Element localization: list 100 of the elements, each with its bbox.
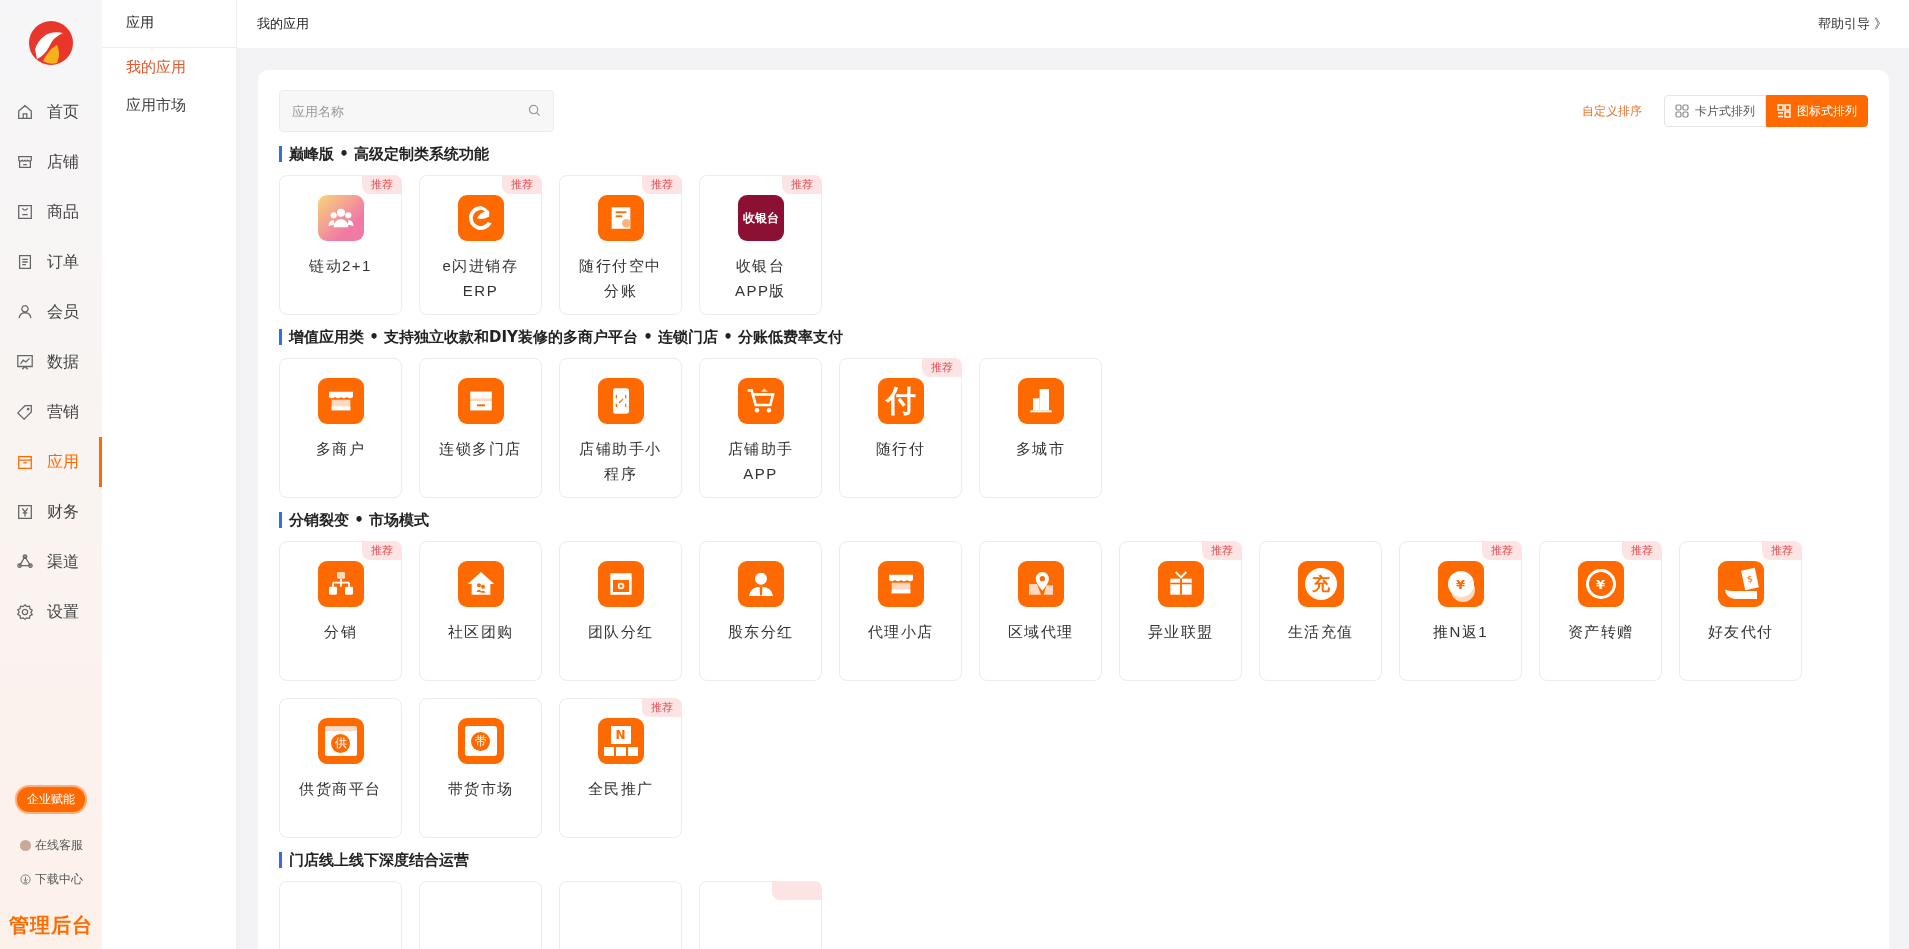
recommended-tag: 推荐 (362, 541, 402, 560)
nav-item[interactable]: 渠道 (0, 537, 102, 587)
storefront-icon (877, 561, 924, 607)
person-icon (737, 561, 784, 607)
cart-icon (737, 378, 784, 424)
app-card[interactable]: 推荐 链动2+1 (279, 175, 402, 315)
building-icon (1017, 378, 1064, 424)
app-name: 资产转赠 (1566, 622, 1635, 642)
section-heading: 分销裂变 • 市场模式 (279, 512, 1868, 528)
nav-item[interactable]: 首页 (0, 87, 102, 137)
recommended-tag: 推荐 (642, 698, 682, 717)
app-card[interactable]: 多商户 (279, 358, 402, 498)
app-card[interactable]: 店铺助手小程序 (559, 358, 682, 498)
app-card[interactable]: 推荐 收银台 收银台APP版 (699, 175, 822, 315)
app-card[interactable]: 推荐 N 全民推广 (559, 698, 682, 838)
app-name: 区域代理 (1006, 622, 1075, 642)
nav-item[interactable]: 财务 (0, 487, 102, 537)
app-card[interactable]: 推荐 ¥ 推N返1 (1399, 541, 1522, 681)
recommended-tag: 推荐 (362, 175, 402, 194)
search-field[interactable]: 应用名称 (279, 90, 554, 132)
app-card[interactable]: 推荐 异业联盟 (1119, 541, 1242, 681)
home-icon (16, 103, 34, 121)
app-card[interactable]: 推荐 付 随行付 (839, 358, 962, 498)
phone-icon (597, 378, 644, 424)
app-card[interactable]: 店铺助手APP (699, 358, 822, 498)
logo-icon (27, 19, 75, 67)
people-icon (317, 195, 364, 241)
coin-box-icon (597, 561, 644, 607)
goods-icon (16, 203, 34, 221)
section-heading: 巅峰版 • 高级定制类系统功能 (279, 146, 1868, 162)
recommended-tag: 推荐 (642, 175, 682, 194)
app-name: 供货商平台 (299, 779, 382, 799)
network-icon (16, 553, 34, 571)
grid-icon (1675, 104, 1689, 118)
app-card[interactable]: 股东分红 (699, 541, 822, 681)
hierarchy-icon: N (597, 718, 644, 764)
app-name: 连锁多门店 (439, 439, 522, 459)
drawer-icon (457, 378, 504, 424)
app-name: 异业联盟 (1146, 622, 1215, 642)
gift-icon (1157, 561, 1204, 607)
app-name: 链动2+1 (308, 256, 373, 276)
recommended-tag: 推荐 (1202, 541, 1242, 560)
storefront-icon (317, 378, 364, 424)
submenu-item[interactable]: 应用市场 (102, 86, 236, 124)
tag-icon (16, 403, 34, 421)
cashier-logo: 收银台 (737, 195, 784, 241)
app-name: e闪进销存ERP (441, 256, 520, 301)
search-icon (528, 104, 541, 117)
user-icon (16, 303, 34, 321)
app-name: 随行付 (874, 439, 927, 459)
app-card[interactable]: 代理小店 (839, 541, 962, 681)
nav-item[interactable]: 数据 (0, 337, 102, 387)
app-name: 带货市场 (446, 779, 515, 799)
recharge-icon: 充 (1297, 561, 1344, 607)
view-mode-button[interactable]: 卡片式排列 (1664, 95, 1766, 127)
app-card[interactable]: 多城市 (979, 358, 1102, 498)
nav-item[interactable]: 营销 (0, 387, 102, 437)
app-card[interactable]: 推荐 $ 好友代付 (1679, 541, 1802, 681)
house-icon (457, 561, 504, 607)
nav-item[interactable]: 设置 (0, 587, 102, 637)
sidebar-link[interactable]: 下载中心 (19, 862, 83, 896)
supplier-box-icon: 供 (317, 718, 364, 764)
recommended-tag: 推荐 (502, 175, 542, 194)
app-card[interactable]: 充 生活充值 (1259, 541, 1382, 681)
submenu-title: 应用 (102, 0, 236, 48)
section-heading: 门店线上线下深度结合运营 (279, 852, 1868, 868)
nav-item[interactable]: 商品 (0, 187, 102, 237)
app-name: 分销 (323, 622, 358, 642)
nav-item[interactable]: 会员 (0, 287, 102, 337)
yen-icon (16, 503, 34, 521)
nav-item[interactable]: 店铺 (0, 137, 102, 187)
app-card[interactable]: 供 供货商平台 (279, 698, 402, 838)
app-name: 好友代付 (1706, 622, 1775, 642)
app-card[interactable]: 推荐 分销 (279, 541, 402, 681)
app-card[interactable]: 推荐 e闪进销存ERP (419, 175, 542, 315)
section-heading: 增值应用类 • 支持独立收款和DIY装修的多商户平台 • 连锁门店 • 分账低费率支付 (279, 329, 1868, 345)
app-name: 随行付空中分账 (579, 256, 662, 301)
app-card[interactable]: 团队分红 (559, 541, 682, 681)
download-icon (19, 873, 31, 885)
app-card[interactable]: 推荐 ¥ 资产转赠 (1539, 541, 1662, 681)
pay-icon: 付 (877, 378, 924, 424)
app-card[interactable]: 连锁多门店 (419, 358, 542, 498)
box-icon (16, 453, 34, 471)
sidebar-link[interactable]: 在线客服 (19, 828, 83, 862)
help-link[interactable]: 帮助引导 》 (1817, 15, 1887, 33)
app-card[interactable]: 社区团购 (419, 541, 542, 681)
app-card[interactable]: 区域代理 (979, 541, 1102, 681)
nav-item[interactable]: 订单 (0, 237, 102, 287)
app-name: 全民推广 (586, 779, 655, 799)
app-name: 收银台APP版 (734, 256, 787, 301)
chart-icon (16, 353, 34, 371)
app-card[interactable]: 推荐 随行付空中分账 (559, 175, 682, 315)
app-name: 团队分红 (586, 622, 655, 642)
brand-title: 管理后台 (9, 912, 93, 939)
hierarchy-icon (317, 561, 364, 607)
recommended-tag: 推荐 (1622, 541, 1662, 560)
app-card[interactable]: 带 带货市场 (419, 698, 542, 838)
submenu-item[interactable]: 我的应用 (102, 48, 236, 86)
recommended-tag: 推荐 (782, 175, 822, 194)
tag-background (772, 881, 822, 900)
